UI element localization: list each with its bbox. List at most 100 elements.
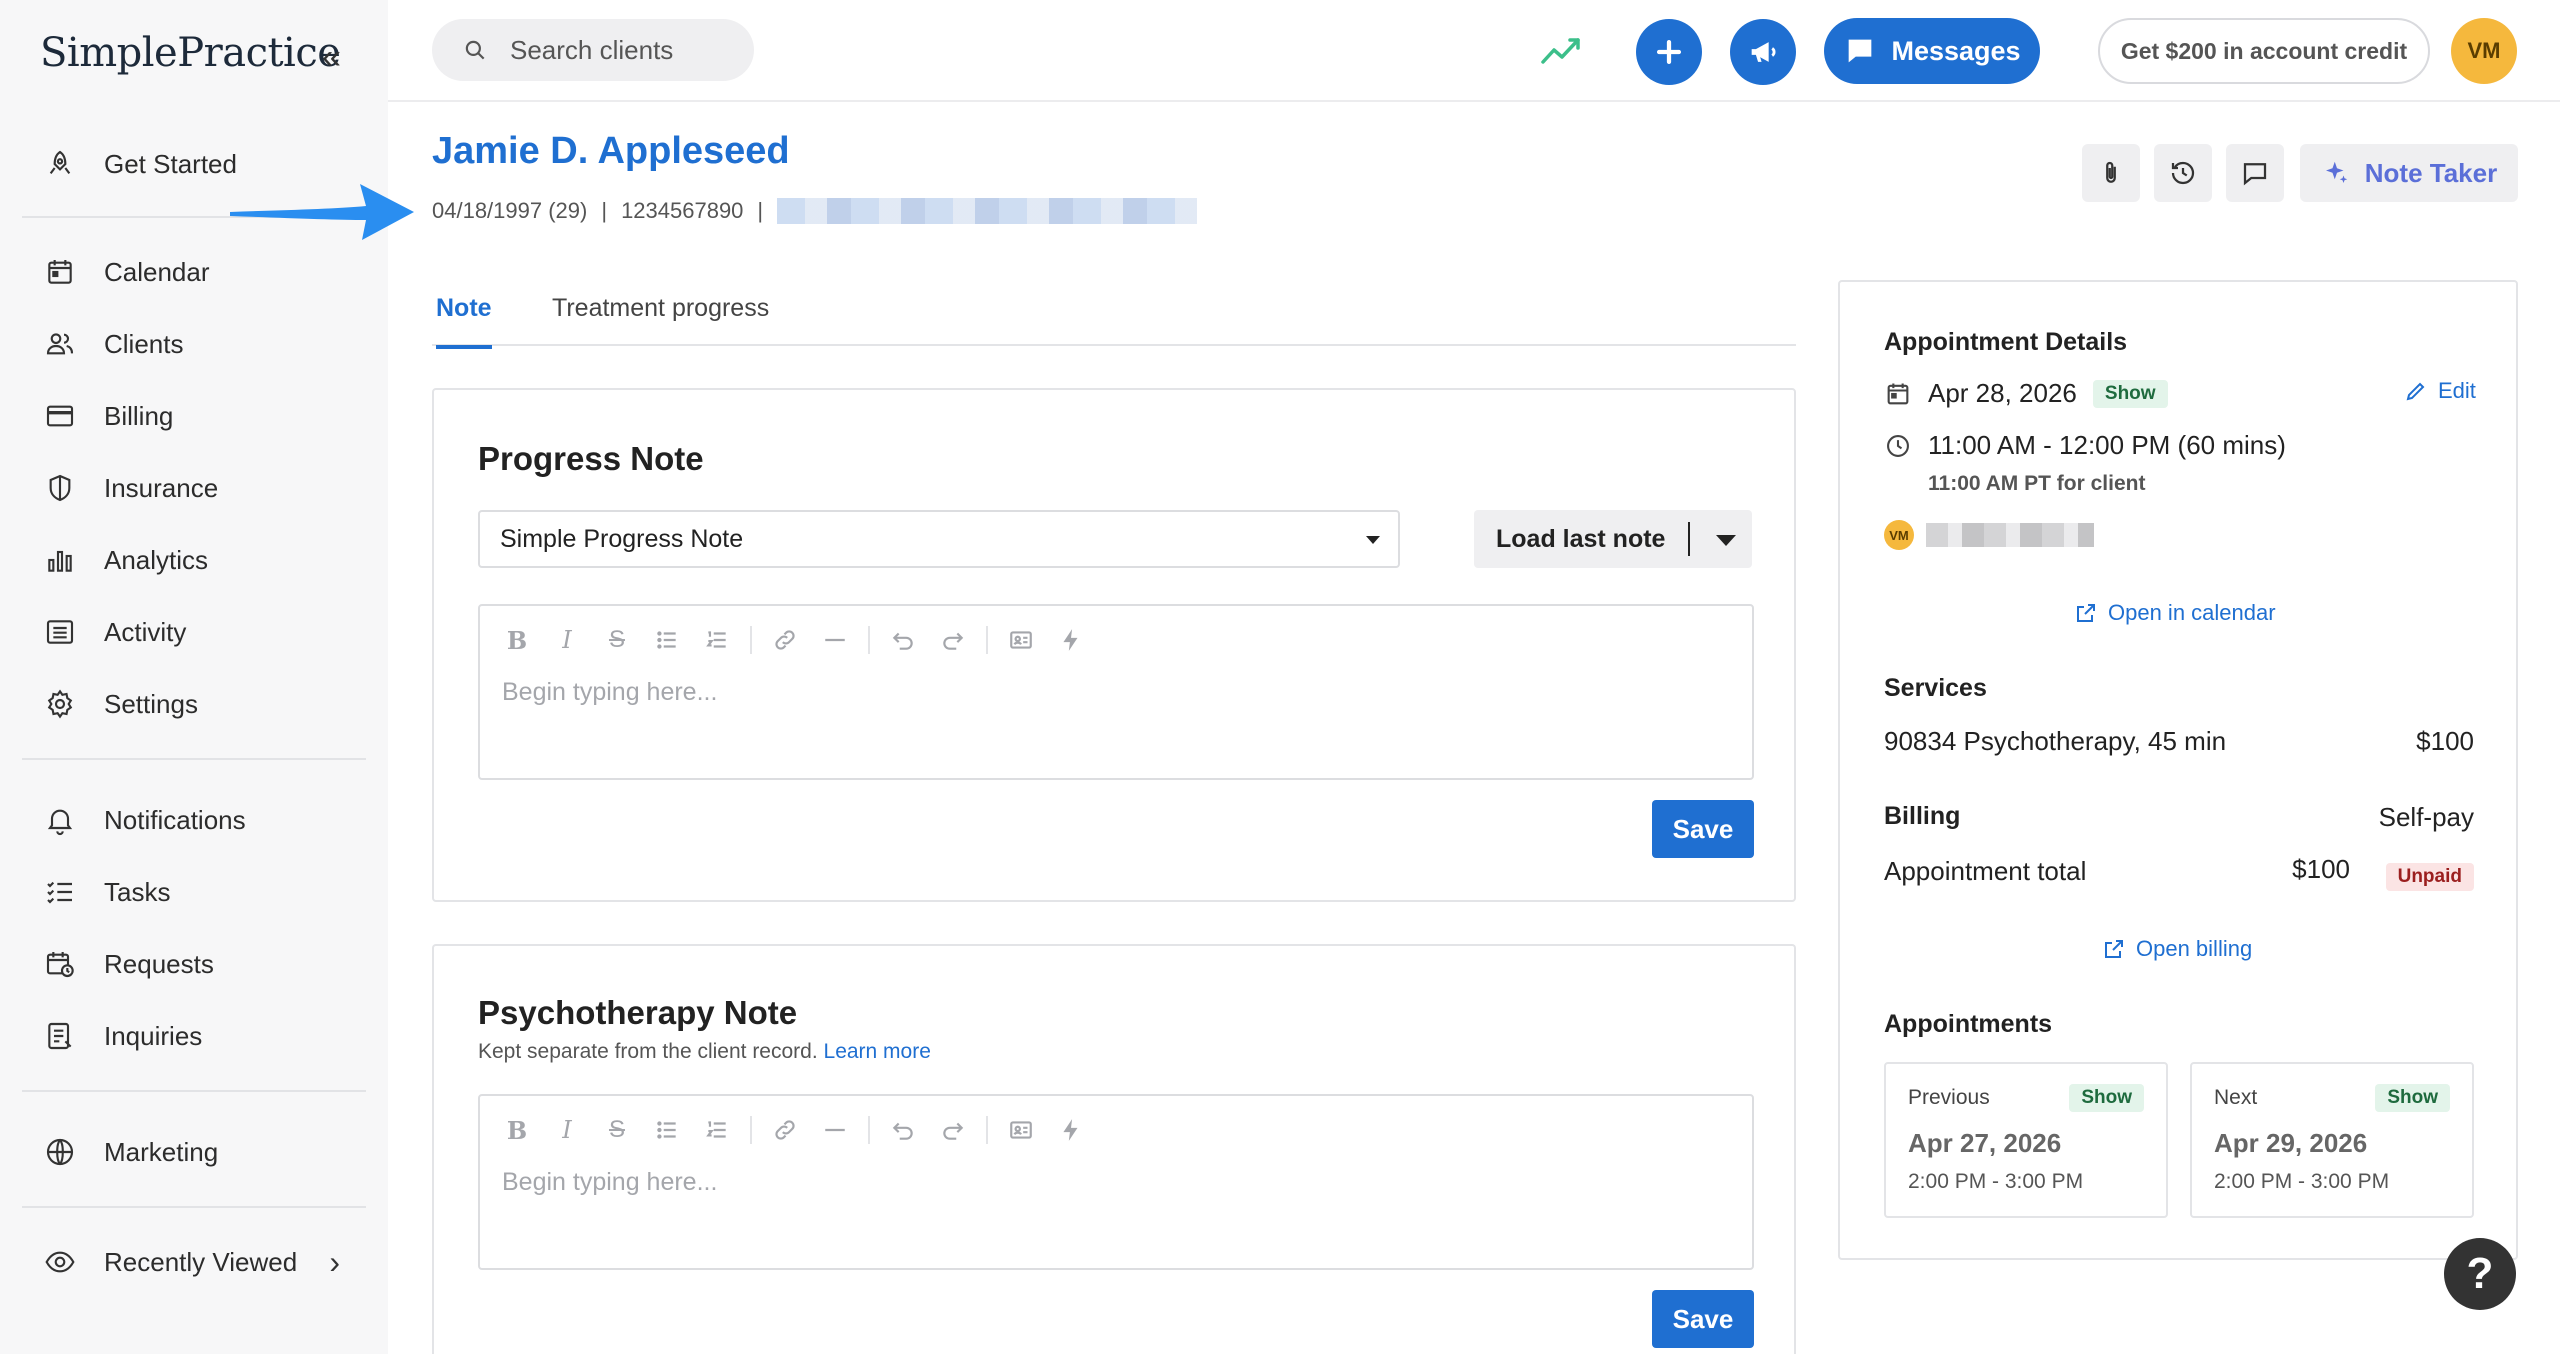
strikethrough-icon[interactable]: S — [600, 623, 634, 657]
save-button[interactable]: Save — [1652, 800, 1754, 858]
comment-button[interactable] — [2226, 144, 2284, 202]
horizontal-rule-icon[interactable] — [818, 623, 852, 657]
smart-field-icon[interactable] — [1004, 623, 1038, 657]
undo-icon[interactable] — [886, 623, 920, 657]
strikethrough-icon[interactable]: S — [600, 1113, 634, 1147]
horizontal-rule-icon[interactable] — [818, 1113, 852, 1147]
sidebar-item-recently-viewed[interactable]: Recently Viewed › — [40, 1234, 360, 1290]
load-last-note-label: Load last note — [1496, 524, 1666, 553]
note-taker-button[interactable]: Note Taker — [2300, 144, 2518, 202]
sidebar-item-marketing[interactable]: Marketing — [40, 1124, 360, 1180]
payment-status-badge: Unpaid — [2385, 863, 2474, 891]
edit-label: Edit — [2438, 378, 2476, 403]
megaphone-icon — [1751, 42, 1776, 62]
editor-toolbar: B I S — [500, 622, 1104, 658]
bullet-list-icon[interactable] — [650, 623, 684, 657]
client-name[interactable]: Jamie D. Appleseed — [432, 130, 790, 173]
history-button[interactable] — [2154, 144, 2212, 202]
appointment-total-amount: $100 — [2292, 854, 2350, 884]
load-last-note-button[interactable]: Load last note — [1474, 510, 1752, 568]
inquiry-form-icon — [40, 1016, 80, 1056]
redo-icon[interactable] — [936, 1113, 970, 1147]
history-icon — [2171, 161, 2195, 185]
learn-more-link[interactable]: Learn more — [824, 1040, 931, 1063]
lightning-icon[interactable] — [1054, 623, 1088, 657]
bar-chart-icon — [40, 540, 80, 580]
help-button[interactable]: ? — [2444, 1238, 2516, 1310]
tab-treatment-progress[interactable]: Treatment progress — [552, 294, 769, 345]
sidebar-item-calendar[interactable]: Calendar — [40, 244, 360, 300]
bullet-list-icon[interactable] — [650, 1113, 684, 1147]
service-price: $100 — [2416, 726, 2474, 756]
sidebar-item-analytics[interactable]: Analytics — [40, 532, 360, 588]
calendar-clock-icon — [40, 944, 80, 984]
sidebar-item-billing[interactable]: Billing — [40, 388, 360, 444]
sidebar-item-clients[interactable]: Clients — [40, 316, 360, 372]
sidebar-item-settings[interactable]: Settings — [40, 676, 360, 732]
bold-icon[interactable]: B — [500, 1113, 534, 1147]
editor-placeholder: Begin typing here... — [502, 678, 718, 706]
open-billing-link[interactable]: Open billing — [2102, 936, 2252, 962]
external-link-icon — [2105, 940, 2123, 958]
sidebar-item-tasks[interactable]: Tasks — [40, 864, 360, 920]
previous-label: Previous — [1908, 1086, 1990, 1109]
account-credit-button[interactable]: Get $200 in account credit — [2098, 18, 2430, 84]
status-badge: Show — [2375, 1084, 2450, 1112]
globe-icon — [40, 1132, 80, 1172]
attachment-button[interactable] — [2082, 144, 2140, 202]
search-input[interactable]: Search clients — [432, 19, 754, 81]
psychotherapy-note-editor[interactable]: B I S Begin typing here... — [478, 1094, 1754, 1270]
edit-appointment-link[interactable]: Edit — [2404, 378, 2476, 404]
toolbar-divider — [868, 626, 870, 654]
sidebar-item-insurance[interactable]: Insurance — [40, 460, 360, 516]
meta-separator: | — [601, 198, 608, 223]
sidebar-item-inquiries[interactable]: Inquiries — [40, 1008, 360, 1064]
sidebar-item-label: Calendar — [104, 256, 210, 287]
service-name: 90834 Psychotherapy, 45 min — [1884, 726, 2227, 756]
sidebar-item-label: Clients — [104, 328, 184, 359]
previous-date: Apr 27, 2026 — [1908, 1128, 2062, 1158]
search-placeholder: Search clients — [510, 34, 674, 65]
sidebar-item-label: Recently Viewed — [104, 1246, 298, 1277]
dropdown-arrow-icon[interactable] — [1716, 535, 1736, 546]
messages-button[interactable]: Messages — [1824, 18, 2040, 84]
note-template-select[interactable]: Simple Progress Note — [478, 510, 1400, 568]
user-avatar[interactable]: VM — [2451, 18, 2517, 84]
progress-note-editor[interactable]: B I S Begin typing here... — [478, 604, 1754, 780]
meta-separator: | — [757, 198, 764, 223]
trending-up-icon[interactable] — [1540, 30, 1582, 70]
toolbar-divider — [868, 1116, 870, 1144]
app-logo[interactable]: SimplePractice — [40, 30, 341, 76]
bold-icon[interactable]: B — [500, 623, 534, 657]
appointments-heading: Appointments — [1884, 1010, 2053, 1038]
status-badge: Show — [2092, 379, 2168, 408]
save-button[interactable]: Save — [1652, 1290, 1754, 1348]
open-in-calendar-link[interactable]: Open in calendar — [2074, 600, 2276, 626]
status-badge-container: Show — [2069, 1084, 2144, 1112]
numbered-list-icon[interactable] — [700, 1113, 734, 1147]
next-appointment-card[interactable]: Next Show Apr 29, 2026 2:00 PM - 3:00 PM — [2190, 1062, 2474, 1218]
link-icon[interactable] — [768, 623, 802, 657]
lightning-icon[interactable] — [1054, 1113, 1088, 1147]
redacted-clinician-name — [1926, 523, 2094, 547]
italic-icon[interactable]: I — [550, 1113, 584, 1147]
numbered-list-icon[interactable] — [700, 623, 734, 657]
previous-appointment-card[interactable]: Previous Show Apr 27, 2026 2:00 PM - 3:0… — [1884, 1062, 2168, 1218]
sidebar-item-activity[interactable]: Activity — [40, 604, 360, 660]
announcements-button[interactable] — [1730, 19, 1796, 85]
open-in-calendar-label: Open in calendar — [2108, 600, 2276, 625]
collapse-sidebar-icon[interactable]: « — [322, 40, 341, 74]
services-heading: Services — [1884, 674, 1987, 702]
tab-note[interactable]: Note — [436, 294, 492, 349]
smart-field-icon[interactable] — [1004, 1113, 1038, 1147]
link-icon[interactable] — [768, 1113, 802, 1147]
undo-icon[interactable] — [886, 1113, 920, 1147]
sidebar-item-requests[interactable]: Requests — [40, 936, 360, 992]
billing-type: Self-pay — [2378, 802, 2474, 832]
sidebar-item-notifications[interactable]: Notifications — [40, 792, 360, 848]
redo-icon[interactable] — [936, 623, 970, 657]
create-button[interactable] — [1636, 19, 1702, 85]
toolbar-divider — [986, 1116, 988, 1144]
italic-icon[interactable]: I — [550, 623, 584, 657]
payment-status-container: Unpaid — [2385, 858, 2474, 891]
